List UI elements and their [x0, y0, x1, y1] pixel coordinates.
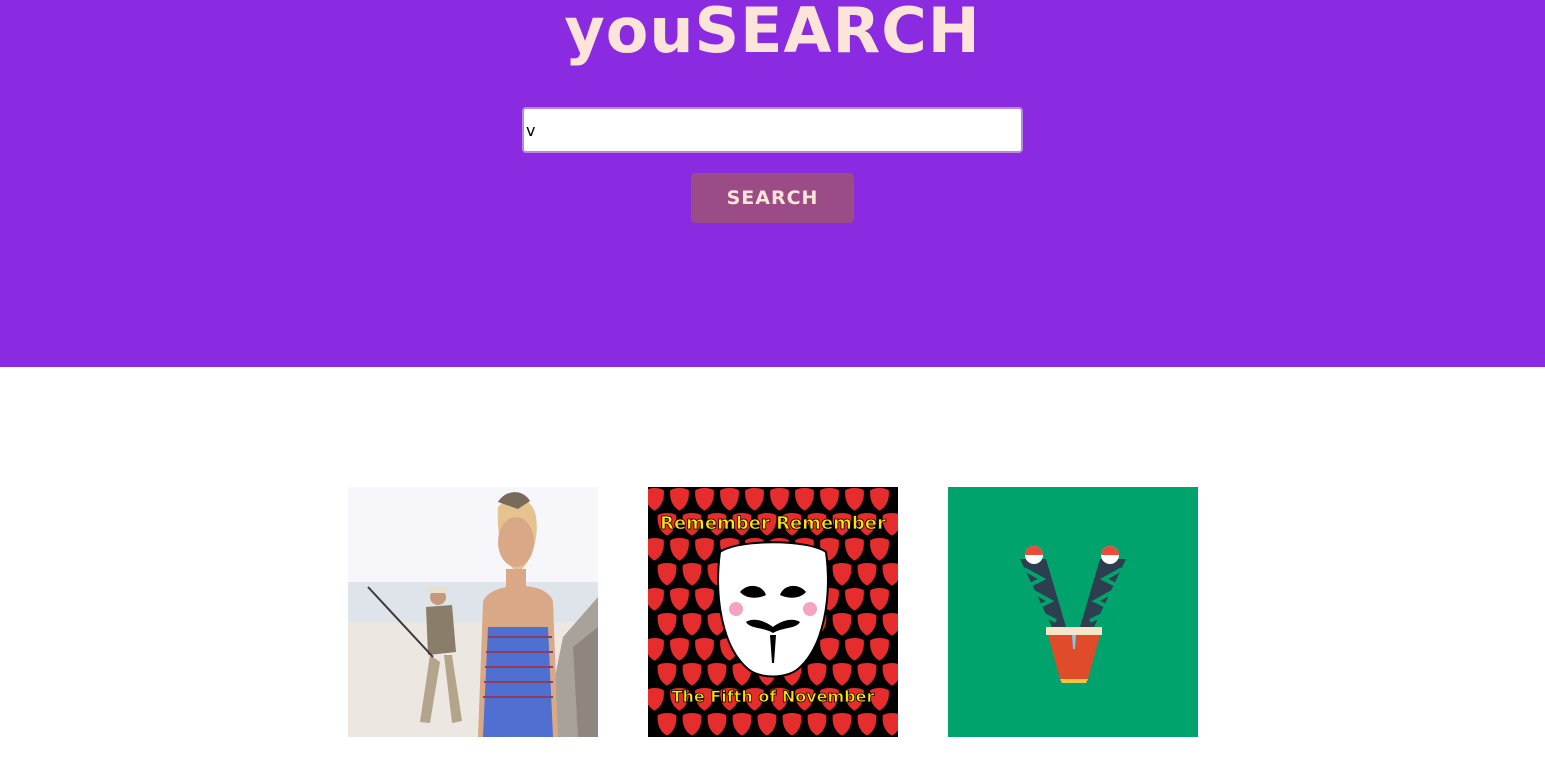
beach-photo: [348, 487, 598, 737]
mask-poster: Remember Remember The Fifth of November: [648, 487, 898, 737]
site-logo: youSEARCH: [564, 0, 981, 67]
search-input[interactable]: [522, 107, 1023, 153]
poster-caption-top: Remember Remember: [660, 513, 886, 534]
v-illustration: [948, 487, 1198, 737]
results-grid: Remember Remember The Fifth of November: [348, 487, 1198, 737]
hero-banner: youSEARCH SEARCH: [0, 0, 1545, 367]
search-button[interactable]: SEARCH: [691, 173, 854, 223]
result-image-beach[interactable]: [348, 487, 598, 737]
result-image-v-illustration[interactable]: [948, 487, 1198, 737]
poster-caption-bottom: The Fifth of November: [672, 687, 875, 706]
result-image-mask-poster[interactable]: Remember Remember The Fifth of November: [648, 487, 898, 737]
